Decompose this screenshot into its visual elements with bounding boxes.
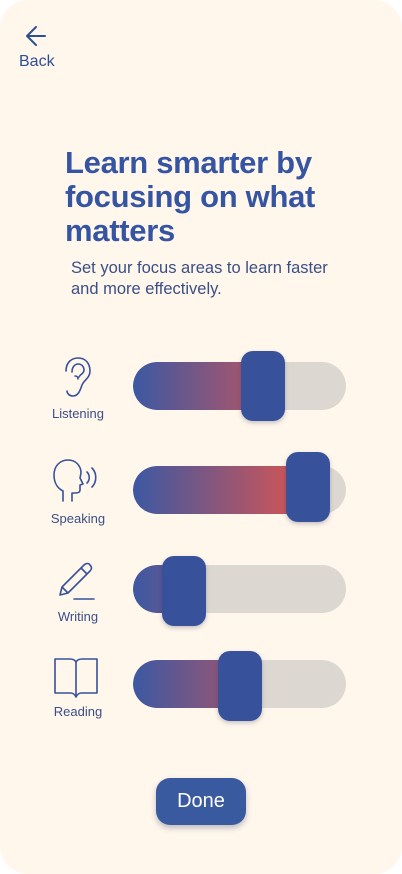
skill-row-writing: Writing (0, 554, 402, 644)
arrow-left-icon (26, 26, 46, 46)
page-title: Learn smarter by focusing on what matter… (65, 145, 316, 248)
listening-slider[interactable] (133, 362, 346, 410)
skill-row-listening: Listening (0, 350, 402, 440)
speaking-head-icon (48, 457, 104, 503)
focus-areas-screen: Back Learn smarter by focusing on what m… (0, 0, 402, 874)
done-button[interactable]: Done (156, 778, 246, 825)
writing-slider-thumb[interactable] (162, 556, 207, 626)
skill-label-writing: Writing (57, 609, 99, 624)
ear-icon (48, 354, 104, 400)
open-book-icon (48, 654, 104, 700)
skill-row-reading: Reading (0, 650, 402, 740)
back-button[interactable]: Back (18, 22, 78, 74)
skill-label-reading: Reading (53, 704, 103, 719)
speaking-slider-thumb[interactable] (285, 452, 330, 522)
listening-slider-thumb[interactable] (240, 351, 285, 421)
skill-row-speaking: Speaking (0, 452, 402, 545)
skill-label-speaking: Speaking (50, 511, 106, 526)
speaking-slider-fill (133, 466, 308, 514)
skill-label-listening: Listening (51, 406, 105, 421)
back-label: Back (19, 53, 55, 70)
reading-slider-thumb[interactable] (217, 651, 262, 721)
page-subtitle: Set your focus areas to learn faster and… (71, 259, 328, 298)
pencil-icon (48, 558, 104, 604)
